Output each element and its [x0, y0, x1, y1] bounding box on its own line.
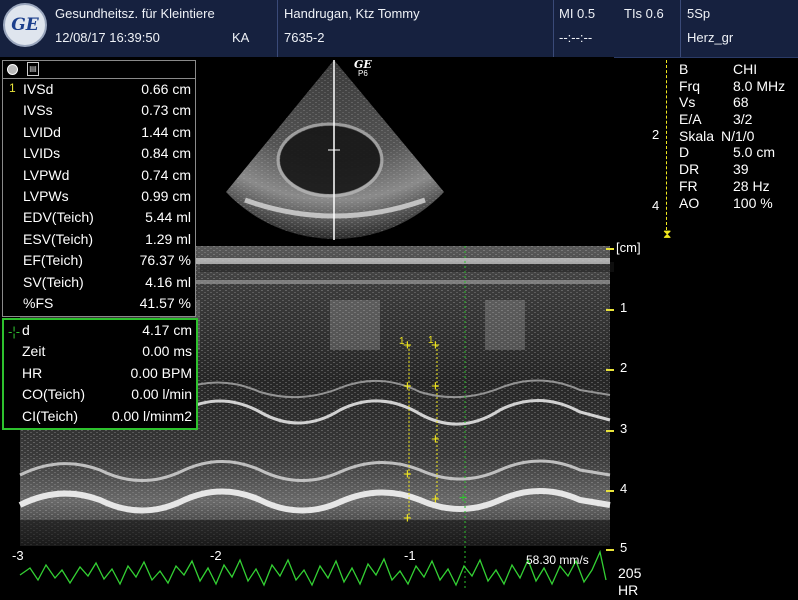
mechanical-index: MI 0.5 — [559, 6, 596, 21]
depth-tick — [606, 369, 614, 371]
measurement-index: 1 — [9, 81, 16, 95]
param-row: AO 100 % — [679, 194, 773, 211]
param-row: D 5.0 cm — [679, 144, 776, 161]
svg-text:+: + — [459, 489, 467, 505]
svg-text:+: + — [403, 510, 412, 527]
tgc-scale — [666, 60, 671, 230]
caliper-label-2: 1 — [428, 335, 434, 346]
measurement-row[interactable]: IVSs 0.73 cm — [3, 100, 195, 121]
measurement-row[interactable]: Zeit 0.00 ms — [4, 341, 196, 362]
patient-id: 7635-2 — [284, 30, 325, 45]
measurement-row[interactable]: LVIDs 0.84 cm — [3, 143, 195, 164]
header-bar: GE Gesundheitsz. für Kleintiere 12/08/17… — [0, 0, 798, 58]
preset-name: Herz_gr — [687, 30, 734, 45]
patient-name: Handrugan, Ktz Tommy — [284, 6, 420, 21]
measurement-row[interactable]: EDV(Teich) 5.44 ml — [3, 207, 195, 228]
svg-text:+: + — [403, 466, 412, 483]
measurement-row[interactable]: SV(Teich) 4.16 ml — [3, 272, 195, 293]
imaging-parameters: B CHI Frq 8.0 MHz Vs 68 E/A 3/2 Skala N/1/0 D… — [677, 61, 797, 211]
param-row: Skala N/1/0 — [679, 127, 755, 144]
param-row: DR 39 — [679, 161, 749, 178]
focus-marker-icon[interactable]: ⧗ — [663, 227, 671, 242]
param-row: B CHI — [679, 61, 758, 77]
header-divider — [553, 0, 554, 57]
measurement-row[interactable]: EF(Teich) 76.37 % — [3, 250, 195, 271]
depth-tick — [606, 248, 614, 250]
header-divider — [680, 0, 681, 57]
tgc-mark: 4 — [652, 198, 660, 213]
time-mark: -1 — [404, 548, 416, 563]
hr-value: 205 — [618, 565, 642, 581]
measurement-row[interactable]: CO(Teich) 0.00 l/min — [4, 384, 196, 405]
panel-toolbar: ▤ — [3, 61, 195, 79]
ecg-trace — [19, 549, 607, 587]
depth-mark: 1 — [620, 300, 628, 315]
measurement-row[interactable]: d 4.17 cm — [4, 320, 196, 341]
hr-label: HR — [618, 582, 639, 598]
svg-text:+: + — [431, 378, 440, 395]
depth-mark: 2 — [620, 360, 628, 375]
bmode-lv-cavity — [280, 126, 380, 194]
depth-tick — [606, 490, 614, 492]
record-button[interactable] — [7, 64, 18, 75]
measurement-row[interactable]: LVPWs 0.99 cm — [3, 186, 195, 207]
svg-text:+: + — [403, 378, 412, 395]
time-mark: -3 — [12, 548, 24, 563]
exam-datetime: 12/08/17 16:39:50 — [55, 30, 160, 45]
sweep-speed: 58.30 mm/s — [526, 553, 589, 567]
param-row: FR 28 Hz — [679, 177, 770, 194]
depth-mark: 3 — [620, 421, 628, 436]
header-divider — [277, 0, 278, 57]
measurement-row[interactable]: ESV(Teich) 1.29 ml — [3, 229, 195, 250]
thermal-index: TIs 0.6 — [624, 6, 664, 21]
depth-mark: 5 — [620, 540, 628, 555]
depth-unit: [cm] — [616, 240, 641, 255]
depth-tick — [606, 430, 614, 432]
probe-type: P6 — [358, 69, 368, 78]
ge-logo: GE — [3, 3, 47, 47]
measurement-row[interactable]: LVPWd 0.74 cm — [3, 165, 195, 186]
measurement-panel: ▤ 1 IVSd 0.66 cm IVSs 0.73 cm LVIDd 1.44 cm … — [2, 60, 196, 317]
param-row: Frq 8.0 MHz — [679, 77, 786, 94]
tgc-mark: 2 — [652, 127, 660, 142]
depth-tick — [606, 309, 614, 311]
param-row: Vs 68 — [679, 94, 749, 111]
measurement-row[interactable]: CI(Teich) 0.00 l/minm2 — [4, 406, 196, 427]
institution-name: Gesundheitsz. für Kleintiere — [55, 6, 215, 21]
measurement-row[interactable]: %FS 41.57 % — [3, 293, 195, 314]
svg-text:+: + — [431, 491, 440, 508]
report-icon[interactable]: ▤ — [27, 62, 39, 76]
operator-initials: KA — [232, 30, 250, 45]
time-mark: -2 — [210, 548, 222, 563]
measurement-row[interactable]: 1 IVSd 0.66 cm — [3, 79, 195, 100]
active-measurement-panel[interactable]: -¦- d 4.17 cm Zeit 0.00 ms HR 0.00 BPM CO(T… — [2, 318, 198, 430]
timer-readout: --:--:-- — [559, 30, 593, 45]
caliper-label-1: 1 — [399, 336, 405, 347]
probe-name: 5Sp — [687, 6, 711, 21]
depth-mark: 4 — [620, 481, 628, 496]
measurement-row[interactable]: HR 0.00 BPM — [4, 363, 196, 384]
depth-tick — [606, 549, 614, 551]
measurement-row[interactable]: LVIDd 1.44 cm — [3, 122, 195, 143]
param-row: E/A 3/2 — [679, 111, 753, 128]
svg-text:+: + — [431, 431, 440, 448]
